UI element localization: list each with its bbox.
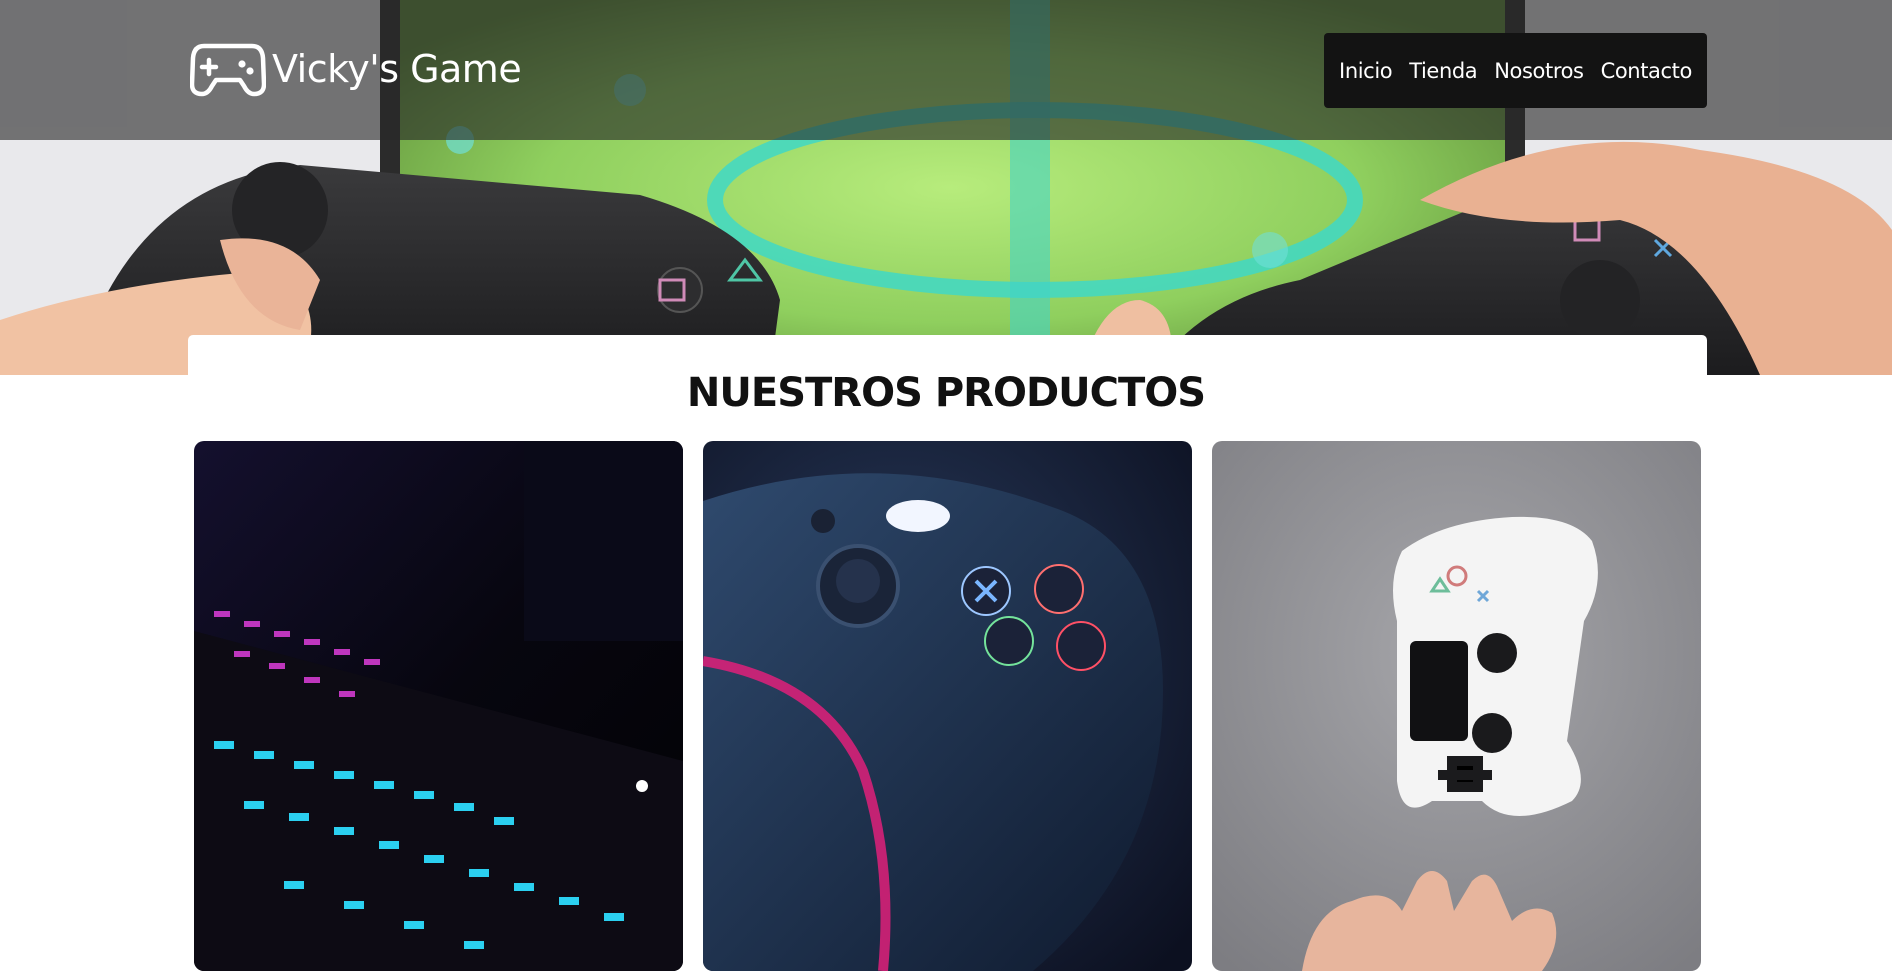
logo[interactable]: Vicky's Game (190, 40, 522, 98)
gamepad-icon (190, 43, 266, 97)
section-title: NUESTROS PRODUCTOS (686, 370, 1206, 416)
nav-link-contacto[interactable]: Contacto (1601, 59, 1693, 83)
keyboard-image (194, 441, 683, 971)
ps4-controller-image (1212, 441, 1701, 971)
hero-banner: Vicky's Game Inicio Tienda Nosotros Cont… (0, 0, 1892, 375)
xbox-controller-image (703, 441, 1192, 971)
nav-link-nosotros[interactable]: Nosotros (1494, 59, 1584, 83)
product-card-keyboard[interactable] (194, 441, 683, 971)
site-header: Vicky's Game Inicio Tienda Nosotros Cont… (0, 0, 1892, 140)
product-card-xbox-controller[interactable] (703, 441, 1192, 971)
logo-text: Vicky's Game (272, 47, 522, 91)
main-nav: Inicio Tienda Nosotros Contacto (1324, 33, 1707, 108)
nav-link-inicio[interactable]: Inicio (1339, 59, 1393, 83)
nav-link-tienda[interactable]: Tienda (1409, 59, 1477, 83)
product-card-ps4-controller[interactable] (1212, 441, 1701, 971)
